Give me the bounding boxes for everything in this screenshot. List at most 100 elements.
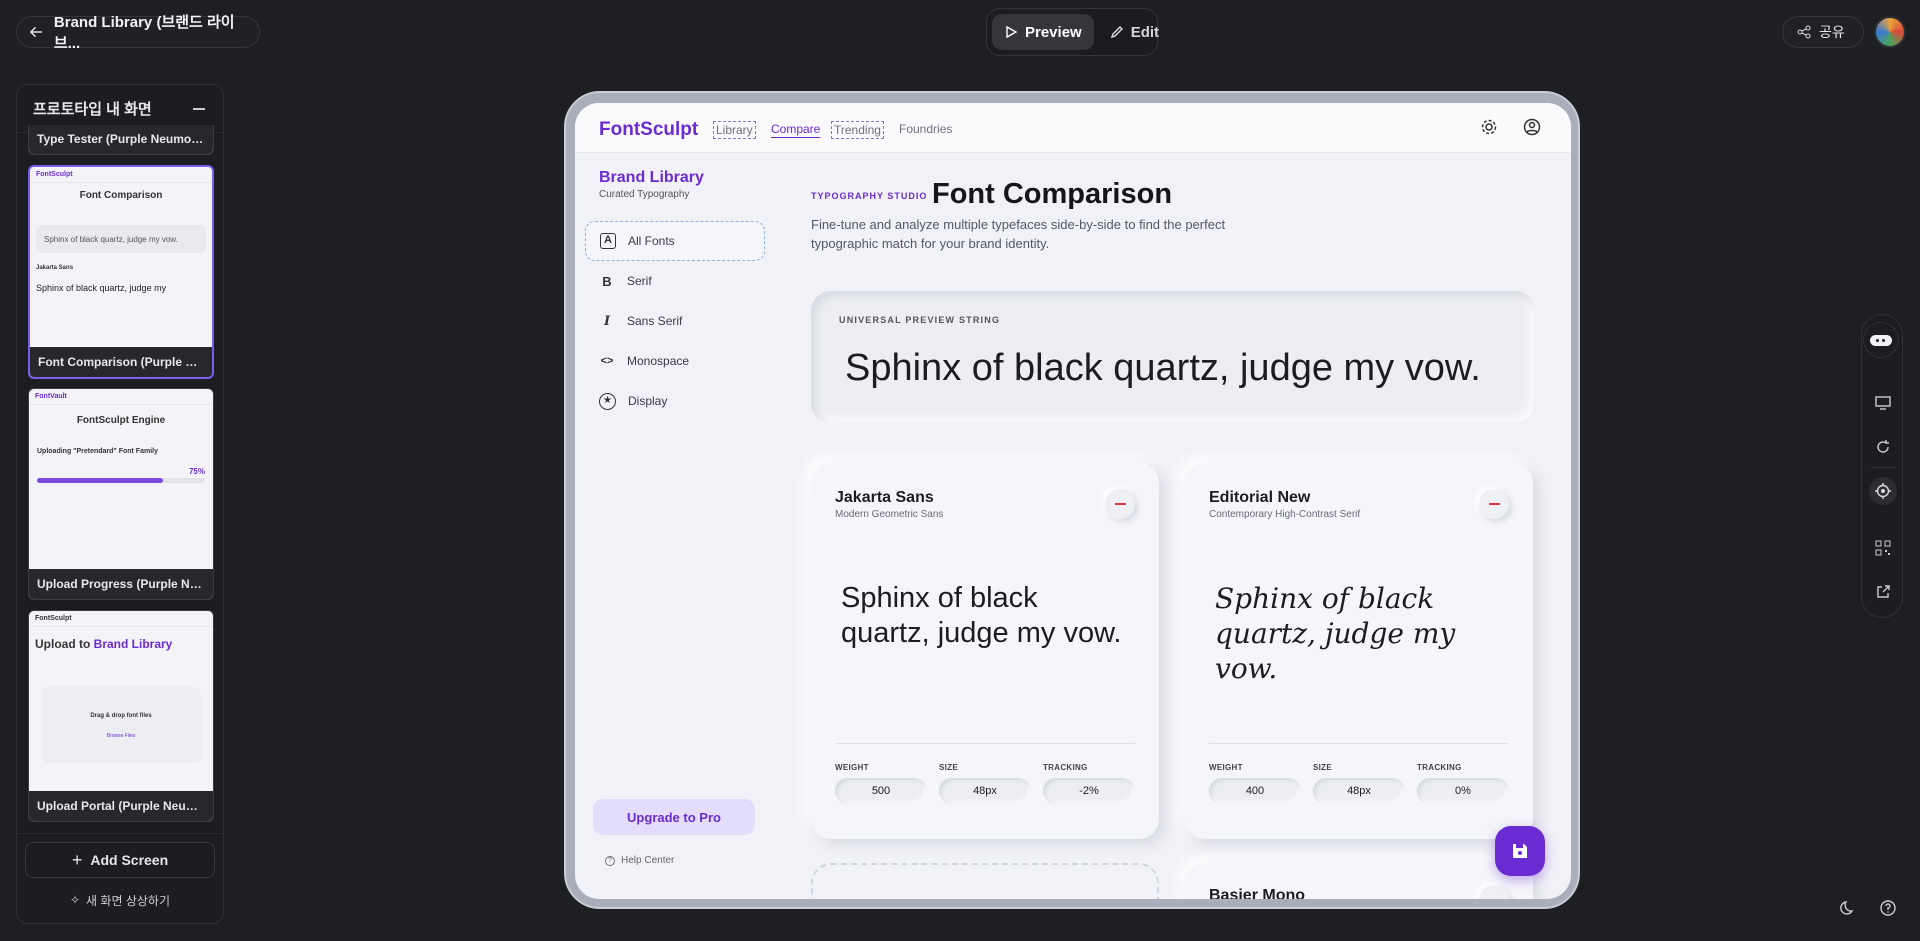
thumb-logo: FontVault [29,389,213,405]
preview-tab[interactable]: Preview [992,14,1094,50]
avatar[interactable] [1874,16,1906,48]
panel-toggle-button[interactable] [1863,322,1899,358]
qr-code-button[interactable] [1870,535,1896,561]
screen-caption: Type Tester (Purple Neumorp... [29,125,213,154]
add-screen-button[interactable]: + Add Screen [25,842,215,878]
qr-code-icon [1875,540,1891,556]
weight-input[interactable]: 500 [835,778,927,804]
size-control: SIZE 48px [939,763,1031,804]
sidebar-item-serif[interactable]: B Serif [585,261,765,301]
device-screen: FontSculpt Library Compare Trending Foun… [575,103,1571,899]
screen-caption: Upload Portal (Purple Neumor... [29,791,213,821]
external-link-icon [1877,585,1890,598]
device-frame: FontSculpt Library Compare Trending Foun… [564,91,1580,909]
project-title: Brand Library (브랜드 라이브... [53,14,235,52]
screens-panel: 프로토타입 내 화면 Type Tester (Purple Neumorp..… [16,84,224,924]
add-screen-label: Add Screen [90,852,169,868]
help-button[interactable] [1876,896,1900,920]
screen-thumb-type-tester[interactable]: Type Tester (Purple Neumorp... [28,125,214,155]
add-font-slot[interactable] [811,863,1159,899]
size-control: SIZE 48px [1313,763,1405,804]
font-card-basier-mono: Basier Mono [1185,863,1533,899]
sidebar-item-monospace[interactable]: <> Monospace [585,341,765,381]
nav-trending[interactable]: Trending [831,121,884,139]
screen-thumb-font-comparison[interactable]: FontSculpt Font Comparison Sphinx of bla… [28,165,214,379]
minus-icon [1114,503,1126,505]
size-input[interactable]: 48px [1313,778,1405,804]
refresh-button[interactable] [1870,434,1896,460]
screen-caption: Font Comparison (Purple Neu... [30,347,212,377]
tracking-input[interactable]: 0% [1417,778,1509,804]
panel-title: 프로토타입 내 화면 [33,101,152,118]
nav-library[interactable]: Library [713,121,756,139]
font-sample: Sphinx of black quartz, judge my vow. [841,582,1122,649]
thumb-preview: FontSculpt Font Comparison Sphinx of bla… [30,167,212,293]
sidebar-item-sans-serif[interactable]: I Sans Serif [585,301,765,341]
remove-font-button[interactable] [1479,885,1509,899]
account-icon[interactable] [1522,117,1542,137]
tracking-label: TRACKING [1417,763,1462,772]
screen-caption: Upload Progress (Purple Neu... [29,569,213,599]
bold-icon: B [602,273,612,289]
dark-mode-button[interactable] [1836,896,1860,920]
font-name: Editorial New [1209,489,1311,506]
remove-font-button[interactable] [1105,489,1135,519]
share-button[interactable]: 공유 [1782,16,1864,48]
sidebar-item-display[interactable]: ★ Display [585,381,765,421]
help-icon: ? [605,855,615,866]
all-fonts-icon: A [600,233,616,249]
thumb-preview: FontSculpt Upload to Brand Library Drag … [29,611,213,763]
thumb-logo: FontSculpt [29,611,213,627]
right-toolbar [1861,314,1903,618]
remove-font-button[interactable] [1479,489,1509,519]
plus-icon: + [71,849,83,870]
preview-string-input[interactable]: Sphinx of black quartz, judge my vow. [845,347,1481,390]
thumb-browse: Browse Files [106,733,136,739]
target-icon [1875,483,1891,499]
universal-preview-box[interactable]: UNIVERSAL PREVIEW STRING Sphinx of black… [811,291,1535,423]
imagine-screen-button[interactable]: ✧ 새 화면 상상하기 [25,885,215,915]
size-label: SIZE [1313,763,1332,772]
brand-subtitle: Curated Typography [599,189,690,200]
sidebar-label: Sans Serif [627,314,683,328]
thumb-preview: FontVault FontSculpt Engine Uploading "P… [29,389,213,483]
font-sample: Sphinx of black quartz, judge my vow. [1215,582,1456,685]
app-logo[interactable]: FontSculpt [599,119,698,141]
thumb-logo: FontSculpt [30,167,212,183]
sidebar-label: Monospace [627,354,690,368]
share-icon [1797,25,1811,39]
minus-icon [1488,503,1500,505]
refresh-icon [1877,440,1889,453]
help-center-link[interactable]: ? Help Center [605,855,674,866]
inspect-button[interactable] [1869,477,1897,505]
thumb-progress-track [37,478,205,483]
size-input[interactable]: 48px [939,778,1031,804]
tracking-input[interactable]: -2% [1043,778,1135,804]
settings-icon[interactable] [1479,117,1499,137]
nav-foundries[interactable]: Foundries [897,121,954,137]
collapse-icon[interactable] [193,107,205,110]
screen-thumb-upload-portal[interactable]: FontSculpt Upload to Brand Library Drag … [28,610,214,822]
save-icon [1513,844,1527,858]
weight-label: WEIGHT [835,763,869,772]
weight-control: WEIGHT 500 [835,763,927,804]
screen-thumb-upload-progress[interactable]: FontVault FontSculpt Engine Uploading "P… [28,388,214,600]
nav-compare[interactable]: Compare [769,121,822,137]
eyebrow-label: TYPOGRAPHY STUDIO [811,191,928,201]
arrow-left-icon [29,26,43,38]
edit-tab[interactable]: Edit [1098,14,1171,50]
font-name: Basier Mono [1209,887,1306,899]
sidebar-item-all-fonts[interactable]: A All Fonts [585,221,765,261]
weight-input[interactable]: 400 [1209,778,1301,804]
upgrade-button[interactable]: Upgrade to Pro [593,799,755,835]
tracking-control: TRACKING -2% [1043,763,1135,804]
font-classification: Modern Geometric Sans [835,509,944,520]
thumb-card-text: Sphinx of black quartz, judge my [36,283,167,293]
back-button[interactable]: Brand Library (브랜드 라이브... [16,14,260,52]
thumb-title: Upload to [35,637,94,651]
font-card-jakarta-sans: Jakarta Sans Modern Geometric Sans Sphin… [811,463,1159,839]
open-external-button[interactable] [1870,579,1896,605]
desktop-view-button[interactable] [1870,390,1896,416]
save-button[interactable] [1495,826,1545,876]
thumb-title: FontSculpt Engine [76,415,166,426]
